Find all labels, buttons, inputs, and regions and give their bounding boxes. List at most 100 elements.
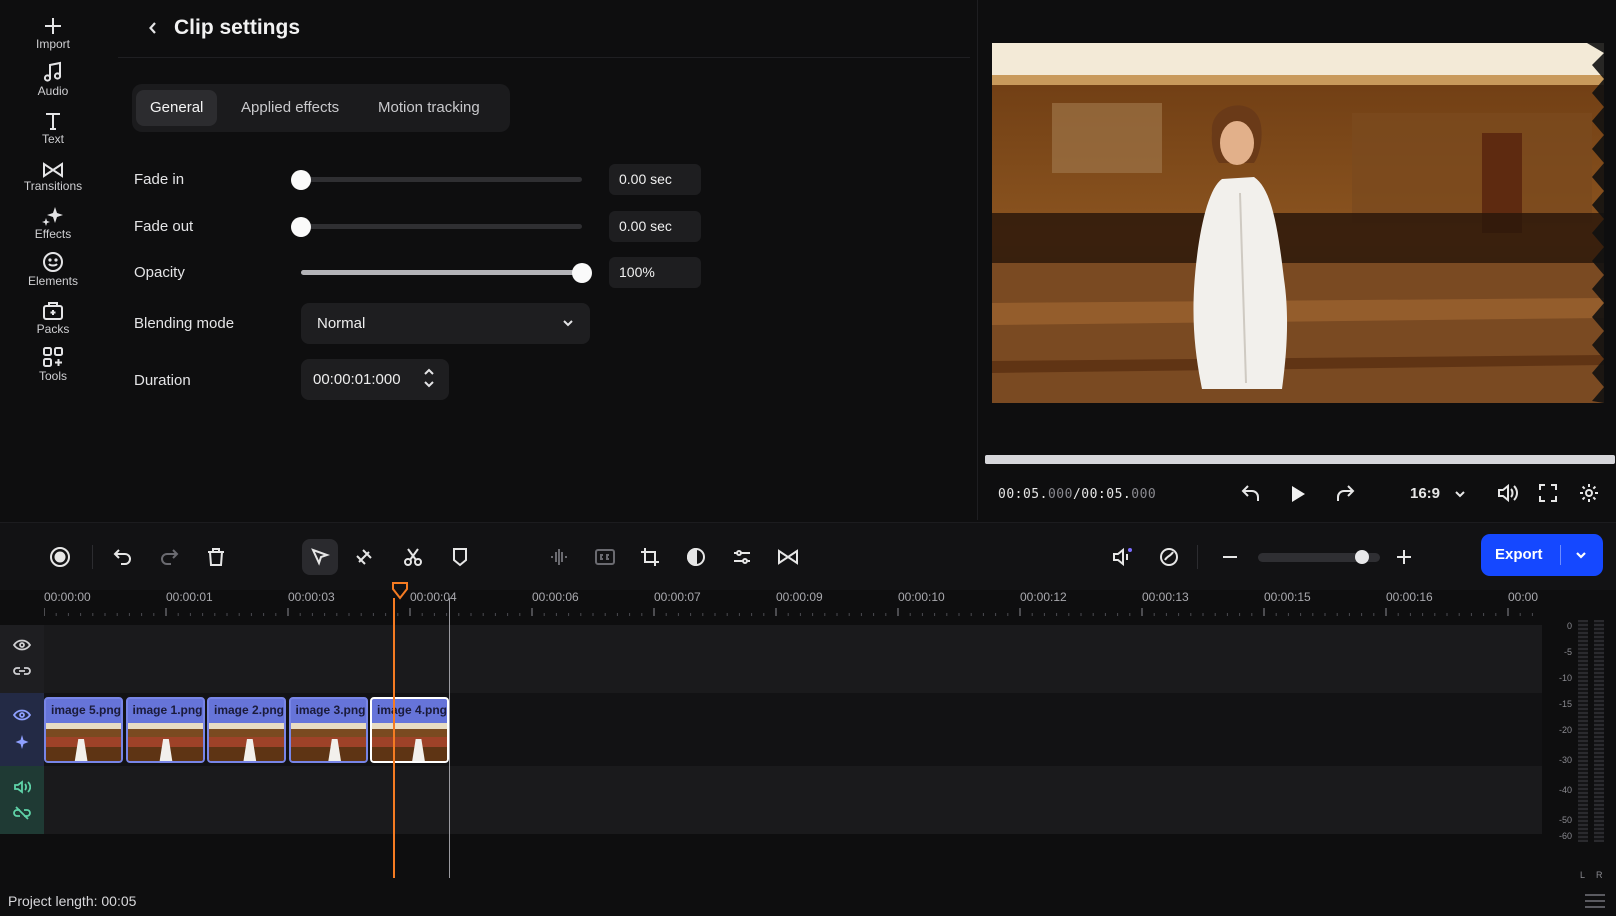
eye-icon[interactable] <box>13 709 31 721</box>
duration-input[interactable]: 00:00:01:000 <box>301 359 449 400</box>
delete-button[interactable] <box>198 539 234 575</box>
settings-gear-icon[interactable] <box>1579 483 1599 503</box>
cursor-arrow-icon <box>311 548 330 566</box>
fade-in-label: Fade in <box>134 171 185 188</box>
tab-applied-effects[interactable]: Applied effects <box>227 90 353 126</box>
zoom-out-button[interactable] <box>1212 539 1248 575</box>
meter-channel-label: L <box>1580 870 1586 880</box>
meter-bar-left <box>1578 620 1588 842</box>
ruler-tick-label: 00:00:03 <box>288 590 335 604</box>
fade-out-slider[interactable] <box>291 217 582 237</box>
timeline-clip[interactable]: image 2.png <box>207 697 286 763</box>
nav-elements[interactable]: Elements <box>0 247 106 288</box>
opacity-slider[interactable] <box>301 263 592 283</box>
redo-icon <box>161 549 179 565</box>
audio-detach-button[interactable] <box>1104 539 1140 575</box>
packs-icon <box>43 302 63 320</box>
captions-button[interactable] <box>587 539 623 575</box>
nav-effects[interactable]: Effects <box>0 200 106 241</box>
ruler-tick-label: 00:00:09 <box>776 590 823 604</box>
opacity-value[interactable]: 100% <box>609 257 701 288</box>
video-preview[interactable] <box>992 43 1604 403</box>
aspect-ratio-select[interactable]: 16:9 <box>1410 485 1466 502</box>
ai-tools-button[interactable] <box>1151 539 1187 575</box>
preview-frame-image <box>992 43 1604 403</box>
rewind-icon[interactable] <box>1240 483 1262 503</box>
nav-tools[interactable]: Tools <box>0 342 106 383</box>
zoom-handle[interactable] <box>1354 550 1369 564</box>
meter-scale-label: -15 <box>1558 699 1572 709</box>
clip-label: image 4.png <box>377 703 448 717</box>
nav-packs[interactable]: Packs <box>0 295 106 336</box>
fade-in-slider[interactable] <box>291 170 582 190</box>
clip-label: image 3.png <box>295 703 366 717</box>
chevron-down-icon[interactable] <box>1575 549 1587 561</box>
nav-audio[interactable]: Audio <box>0 57 106 98</box>
sparkle-icon[interactable] <box>14 734 30 750</box>
record-button[interactable] <box>42 539 78 575</box>
meter-scale-label: -20 <box>1558 725 1572 735</box>
meter-scale-label: -10 <box>1558 673 1572 683</box>
menu-lines-icon[interactable] <box>1584 892 1606 910</box>
select-tool-button[interactable] <box>302 539 338 575</box>
timeline-clip[interactable]: image 4.png <box>370 697 449 763</box>
zoom-slider[interactable] <box>1258 550 1380 564</box>
fullscreen-icon[interactable] <box>1539 484 1557 502</box>
zoom-in-button[interactable] <box>1386 539 1422 575</box>
plus-icon <box>1397 550 1411 564</box>
meter-scale-label: -50 <box>1558 815 1572 825</box>
forward-icon[interactable] <box>1334 483 1356 503</box>
link-icon[interactable] <box>13 665 31 677</box>
adjust-button[interactable] <box>724 539 760 575</box>
volume-icon[interactable] <box>1496 483 1518 503</box>
nav-tools-label: Tools <box>38 369 67 383</box>
timeline-clip[interactable]: image 1.png <box>125 697 205 763</box>
smiley-icon <box>43 252 63 272</box>
undo-button[interactable] <box>105 539 141 575</box>
nav-audio-label: Audio <box>37 84 69 98</box>
nav-text[interactable]: Text <box>0 105 106 146</box>
audio-split-button[interactable] <box>541 539 577 575</box>
stepper-down-icon[interactable] <box>423 379 435 389</box>
ruler-tick-label: 00:00:15 <box>1264 590 1311 604</box>
timeline-clip[interactable]: image 5.png <box>44 697 123 763</box>
color-button[interactable] <box>678 539 714 575</box>
ruler-tick-label: 00:00:10 <box>898 590 945 604</box>
total-time: 00:05. <box>1081 487 1132 502</box>
tab-motion-tracking[interactable]: Motion tracking <box>364 90 494 126</box>
clip-label: image 5.png <box>51 703 122 717</box>
settings-tabs: General Applied effects Motion tracking <box>132 84 510 132</box>
fade-out-value[interactable]: 0.00 sec <box>609 211 701 242</box>
blending-mode-value: Normal <box>317 315 366 332</box>
stepper-up-icon[interactable] <box>423 367 435 377</box>
fade-out-handle[interactable] <box>291 217 311 237</box>
volume-icon[interactable] <box>13 780 31 794</box>
playback-progress-bar[interactable] <box>985 455 1615 464</box>
nav-transitions[interactable]: Transitions <box>0 152 106 193</box>
blending-mode-select[interactable]: Normal <box>301 303 590 344</box>
unlink-icon[interactable] <box>13 806 31 820</box>
back-chevron-icon[interactable] <box>148 20 158 36</box>
chevron-down-icon <box>563 320 573 327</box>
clip-thumbnail <box>372 723 447 761</box>
clip-thumbnail <box>209 723 284 761</box>
eye-icon[interactable] <box>13 639 31 651</box>
fade-in-value[interactable]: 0.00 sec <box>609 164 701 195</box>
opacity-handle[interactable] <box>572 263 592 283</box>
export-button[interactable]: Export <box>1481 534 1603 576</box>
fade-in-handle[interactable] <box>291 170 311 190</box>
split-button[interactable] <box>395 539 431 575</box>
timeline-clip[interactable]: image 3.png <box>288 697 368 763</box>
tab-general[interactable]: General <box>136 90 218 126</box>
nav-transitions-label: Transitions <box>23 179 83 193</box>
play-icon[interactable] <box>1289 484 1307 504</box>
transition-button[interactable] <box>770 539 806 575</box>
redo-button[interactable] <box>151 539 187 575</box>
snap-tool-button[interactable] <box>346 539 382 575</box>
meter-channel-label: R <box>1596 870 1603 880</box>
audio-level-meter: 0 -5 -10 -15 -20 -30 -40 -50 -60 L R <box>1542 616 1616 916</box>
music-note-icon <box>43 61 62 82</box>
nav-import[interactable]: Import <box>0 10 106 51</box>
crop-button[interactable] <box>632 539 668 575</box>
marker-button[interactable] <box>442 539 478 575</box>
